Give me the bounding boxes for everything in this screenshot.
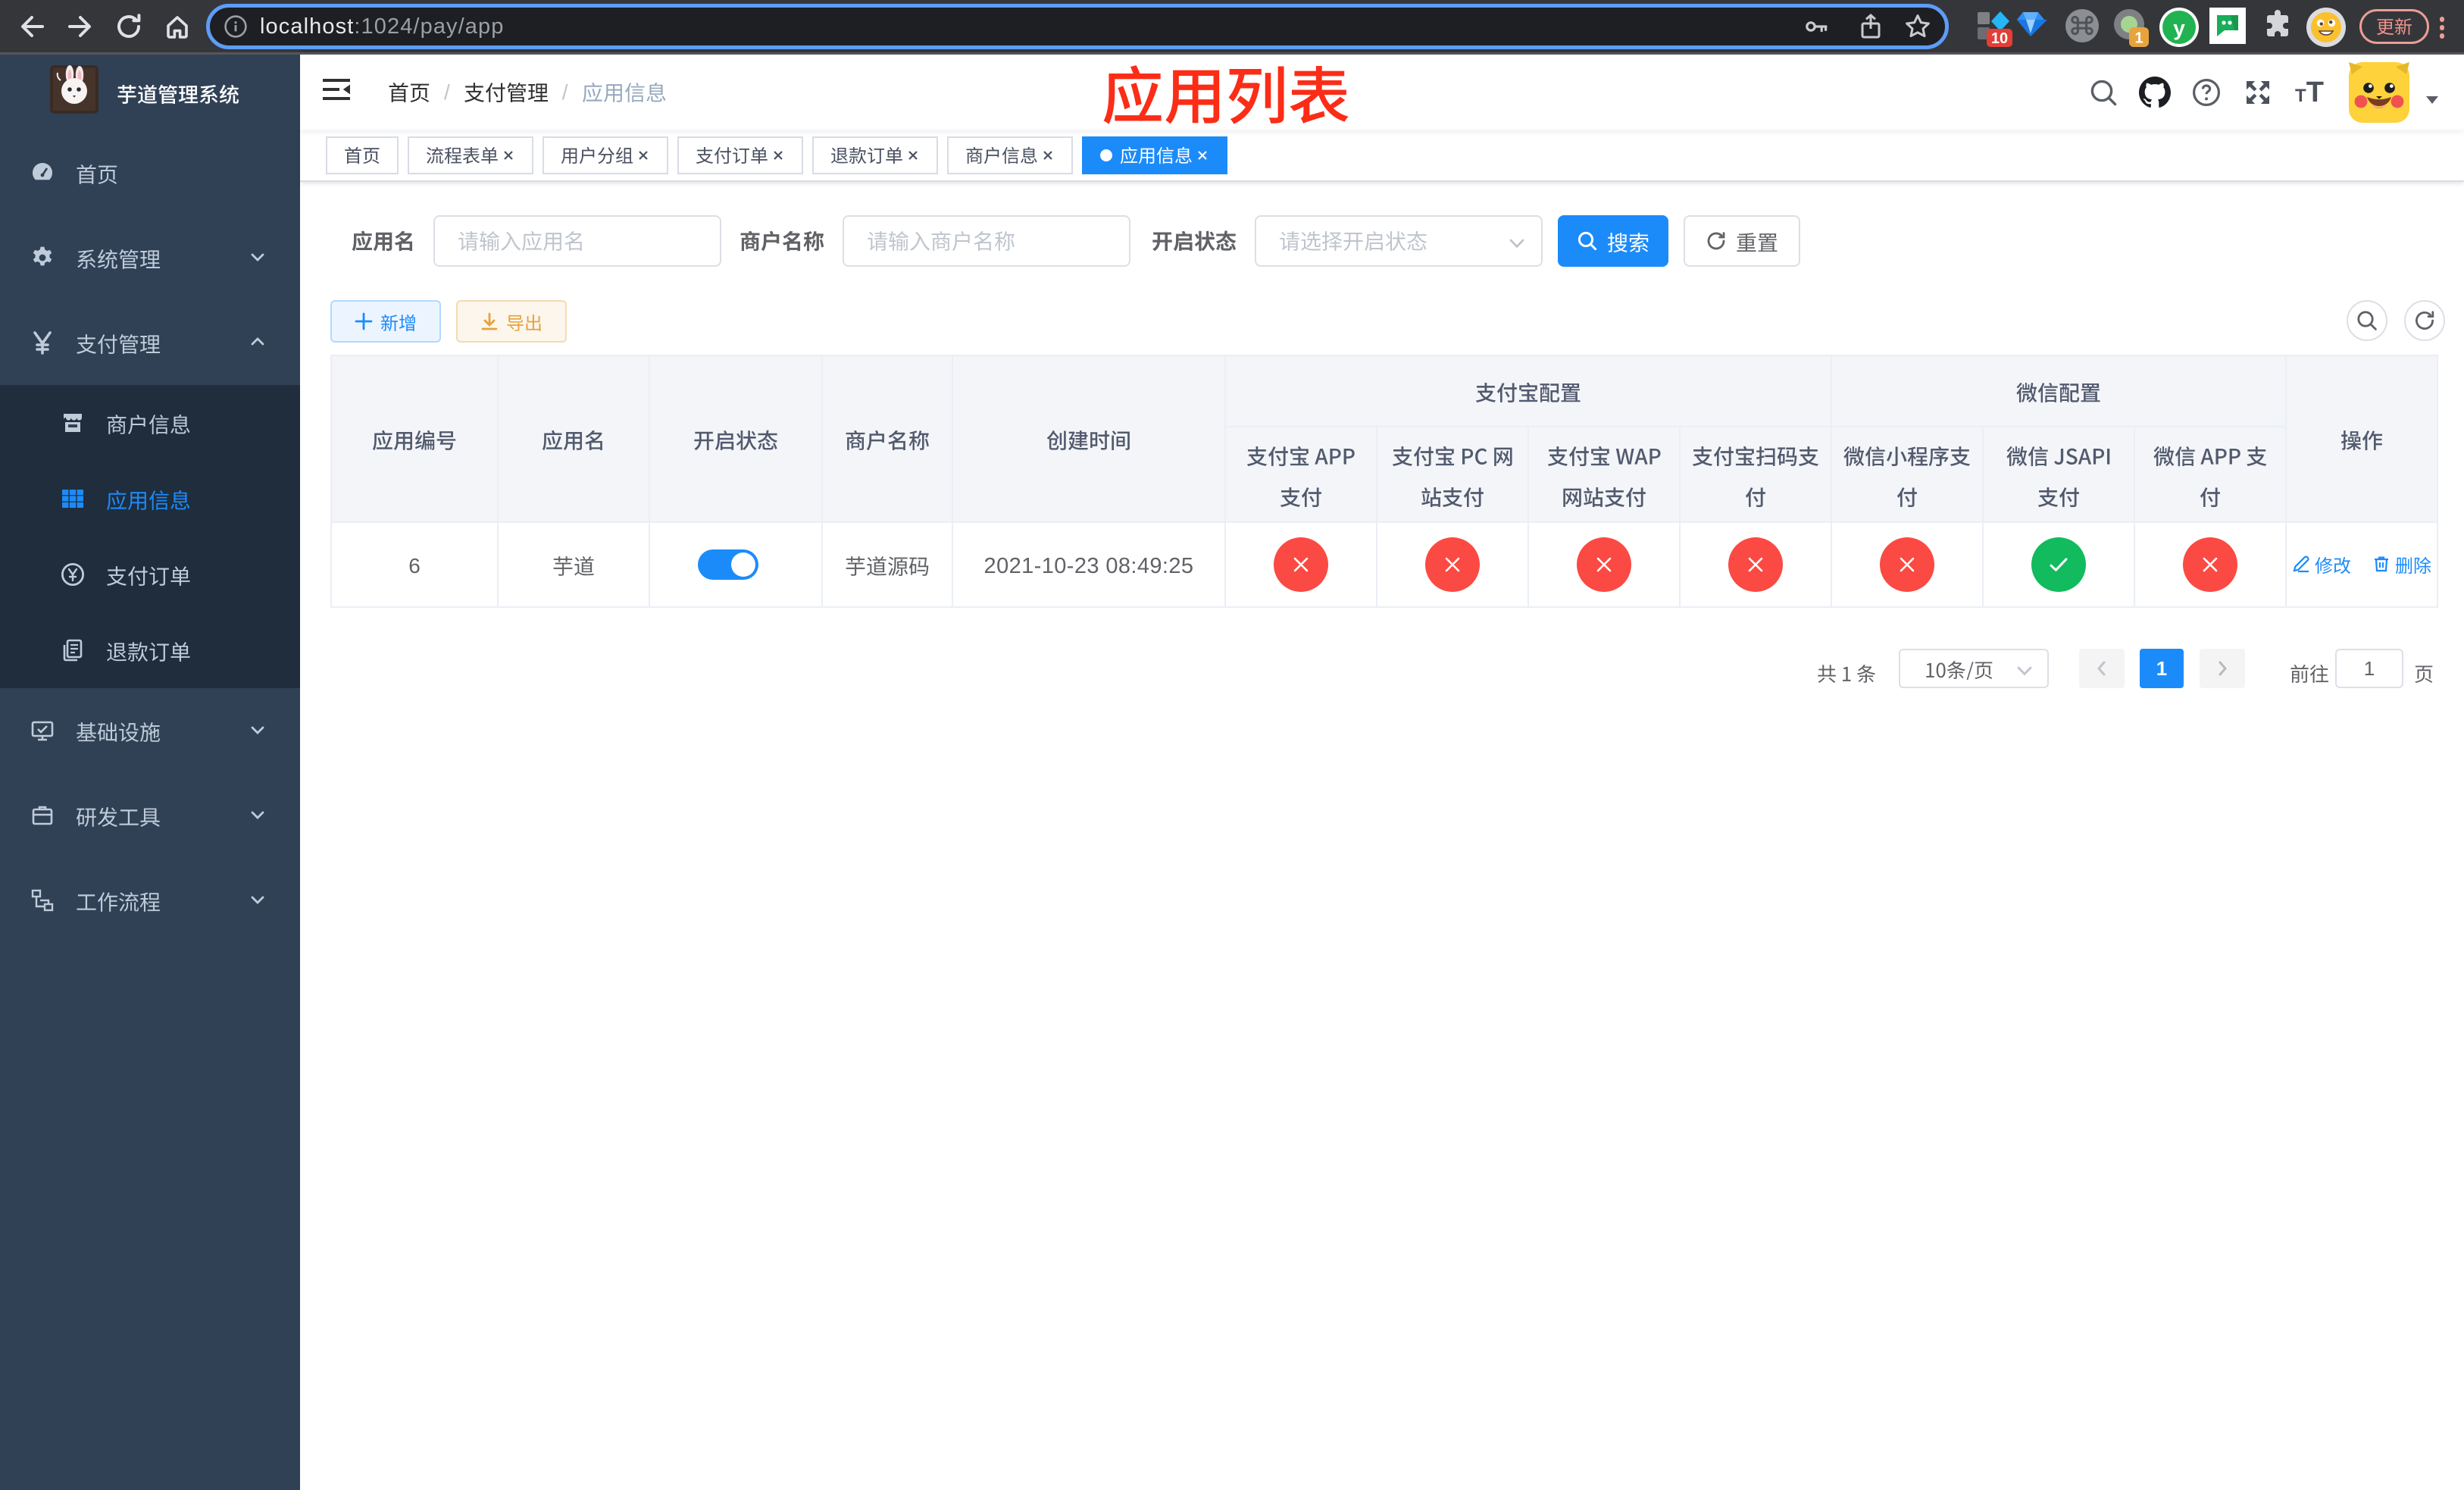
svg-text:y: y xyxy=(2173,16,2185,39)
svg-text:1: 1 xyxy=(2134,30,2143,47)
svg-text:10: 10 xyxy=(1991,30,2008,47)
